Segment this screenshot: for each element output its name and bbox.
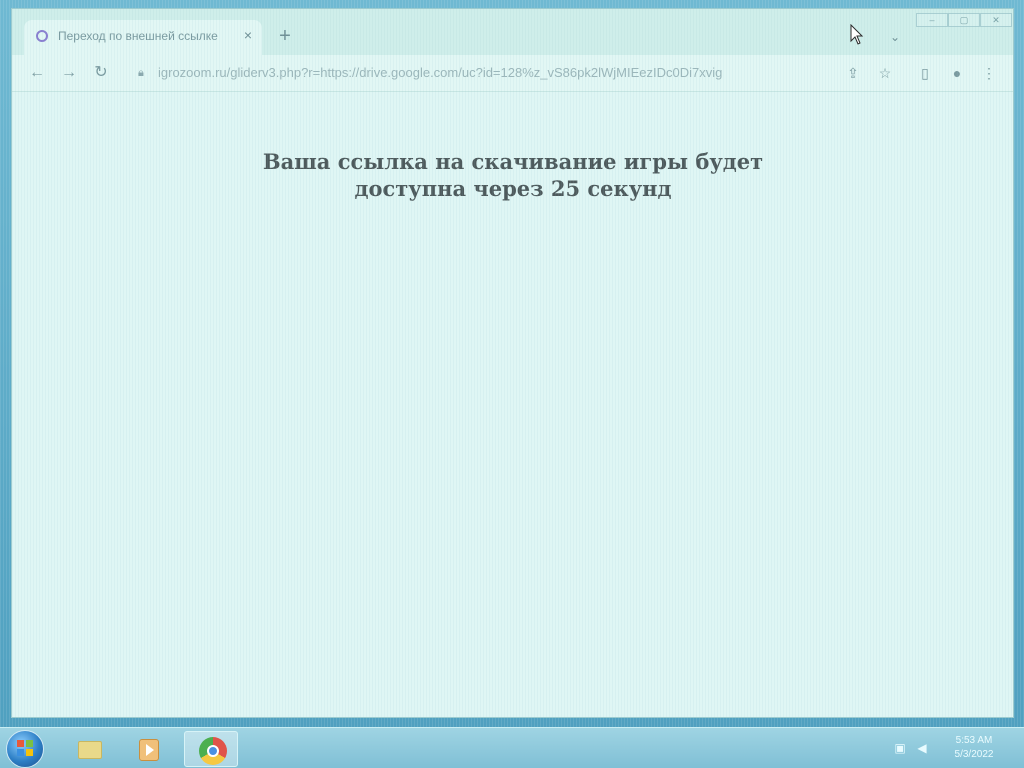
windows-logo-icon — [17, 740, 33, 756]
clock-date: 5/3/2022 — [954, 749, 994, 760]
tab-close-icon[interactable]: × — [240, 27, 256, 43]
taskbar-file-explorer[interactable] — [62, 731, 116, 767]
side-panel-icon[interactable]: ▯ — [914, 62, 936, 84]
loading-favicon-icon — [36, 30, 48, 42]
window-controls: – ▢ ✕ — [916, 13, 1012, 27]
taskbar-media-player[interactable] — [120, 731, 174, 767]
network-icon[interactable]: ▣ — [892, 740, 908, 756]
browser-tab[interactable]: Переход по внешней ссылке × — [24, 20, 262, 55]
message-line-1: Ваша ссылка на скачивание игры будет — [262, 149, 764, 174]
url-text[interactable]: igrozoom.ru/gliderv3.php?r=https://drive… — [158, 65, 858, 80]
profile-icon[interactable]: ● — [946, 62, 968, 84]
minimize-button[interactable]: – — [916, 13, 948, 27]
message-line-2: доступна через 25 секунд — [354, 176, 672, 201]
browser-toolbar: ← → ↻ 🔒︎ igrozoom.ru/gliderv3.php?r=http… — [12, 55, 1013, 92]
taskbar-chrome[interactable] — [184, 731, 238, 767]
clock-time: 5:53 AM — [955, 735, 993, 746]
reload-icon[interactable]: ↻ — [90, 62, 112, 84]
back-icon[interactable]: ← — [26, 62, 48, 84]
play-icon — [146, 744, 154, 756]
lock-icon[interactable]: 🔒︎ — [138, 66, 148, 80]
share-icon[interactable]: ⇪ — [842, 62, 864, 84]
close-window-button[interactable]: ✕ — [980, 13, 1012, 27]
menu-icon[interactable]: ⋮ — [978, 62, 1000, 84]
tab-search-button[interactable]: ⌄ — [885, 27, 905, 47]
folder-icon — [78, 741, 102, 759]
volume-icon[interactable]: ◀ — [914, 740, 930, 756]
tab-title: Переход по внешней ссылке — [58, 29, 218, 43]
taskbar: ▣ ◀ 5:53 AM 5/3/2022 — [0, 727, 1024, 768]
forward-icon[interactable]: → — [58, 62, 80, 84]
browser-window: Переход по внешней ссылке × + ⌄ – ▢ ✕ ← … — [11, 8, 1014, 718]
new-tab-button[interactable]: + — [274, 25, 296, 47]
maximize-button[interactable]: ▢ — [948, 13, 980, 27]
start-button[interactable] — [6, 730, 44, 768]
address-bar[interactable]: 🔒︎ igrozoom.ru/gliderv3.php?r=https://dr… — [130, 60, 870, 86]
system-clock[interactable]: 5:53 AM 5/3/2022 — [944, 734, 1004, 762]
star-icon[interactable]: ☆ — [874, 62, 896, 84]
chrome-icon — [199, 737, 227, 765]
download-wait-message: Ваша ссылка на скачивание игры будет дос… — [213, 148, 813, 202]
page-content: Ваша ссылка на скачивание игры будет дос… — [12, 92, 1013, 717]
media-player-icon — [139, 739, 159, 761]
chrome-center-icon — [207, 745, 219, 757]
